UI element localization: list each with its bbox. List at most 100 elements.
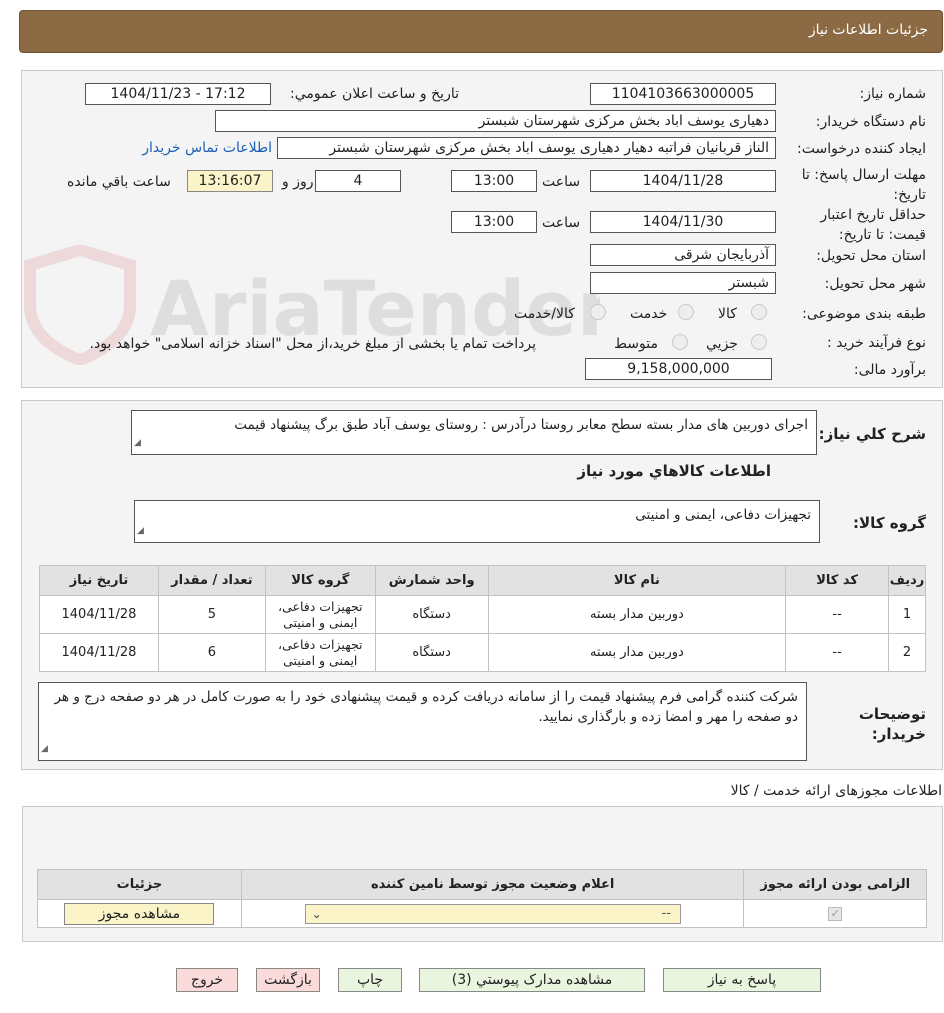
category-service-label: خدمت — [630, 306, 668, 322]
resize-grip-icon[interactable]: ◢ — [41, 739, 48, 759]
province-field: آذربایجان شرقی — [590, 244, 776, 266]
process-medium-radio[interactable] — [672, 334, 688, 350]
cell-qty: 6 — [157, 633, 266, 672]
budget-label: برآورد مالی: — [853, 362, 926, 378]
reply-deadline-label: مهلت ارسال پاسخ: تا تاریخ: — [801, 167, 926, 203]
reply-time-label: ساعت — [542, 174, 581, 190]
category-label: طبقه بندی موضوعی: — [802, 306, 926, 322]
col-permit-status: اعلام وضعیت مجوز توسط نامین کننده — [240, 869, 745, 900]
goods-info-title: اطلاعات کالاهاي مورد نياز — [577, 462, 771, 480]
page-title: جزئیات اطلاعات نیاز — [808, 22, 928, 38]
cell-permit-required: ✓ — [743, 899, 927, 928]
col-code: کد کالا — [785, 565, 890, 596]
days-remaining-field: 4 — [315, 170, 401, 192]
cell-unit: دستگاه — [374, 633, 489, 672]
permit-select-value: -- — [661, 905, 672, 921]
description-text: اجرای دوربین های مدار بسته سطح معابر روس… — [234, 417, 808, 433]
buyer-notes-textarea[interactable]: شرکت کننده گرامی فرم پیشنهاد قیمت را از … — [38, 682, 807, 761]
goods-table: ردیف کد کالا نام کالا واحد شمارش گروه کا… — [39, 565, 926, 672]
print-button[interactable]: چاپ — [338, 968, 402, 992]
process-minor-radio[interactable] — [751, 334, 767, 350]
cell-group: تجهیزات دفاعی، ایمنی و امنیتی — [264, 633, 376, 672]
resize-grip-icon[interactable]: ◢ — [134, 433, 141, 453]
chevron-down-icon: ⌄ — [311, 906, 322, 921]
process-minor-label: جزيي — [706, 336, 738, 352]
city-label: شهر محل تحویل: — [824, 276, 926, 292]
page-header: جزئیات اطلاعات نیاز — [19, 10, 943, 53]
cell-name: دوربین مدار بسته — [487, 633, 787, 672]
category-service-radio[interactable] — [678, 304, 694, 320]
reply-time-field: 13:00 — [451, 170, 537, 192]
validity-time-field: 13:00 — [451, 211, 537, 233]
category-goods-service-radio[interactable] — [590, 304, 606, 320]
goods-group-textarea[interactable]: تجهیزات دفاعی، ایمنی و امنیتی ◢ — [134, 500, 820, 543]
buyer-notes-label: توضیحات خریدار: — [858, 705, 926, 743]
category-goods-service-label: کالا/خدمت — [514, 306, 575, 322]
reply-to-need-button[interactable]: پاسخ به نیاز — [663, 968, 821, 992]
requester-field: الناز قربانیان فراتبه دهیار دهیاری یوسف … — [277, 137, 776, 159]
description-textarea[interactable]: اجرای دوربین های مدار بسته سطح معابر روس… — [131, 410, 817, 455]
col-row: ردیف — [888, 565, 926, 596]
buyer-notes-text: شرکت کننده گرامی فرم پیشنهاد قیمت را از … — [54, 689, 798, 725]
announce-label: تاریخ و ساعت اعلان عمومي: — [290, 86, 459, 102]
permits-table-header: الزامی بودن ارائه مجوز اعلام وضعیت مجوز … — [37, 869, 927, 900]
process-medium-label: متوسط — [614, 336, 658, 352]
permit-status-select[interactable]: -- ⌄ — [304, 903, 681, 924]
cell-permit-status: -- ⌄ — [240, 899, 745, 928]
description-label: شرح كلي نياز: — [818, 425, 926, 443]
cell-unit: دستگاه — [374, 595, 489, 634]
back-button[interactable]: بازگشت — [256, 968, 320, 992]
col-date: تاریخ نیاز — [39, 565, 159, 596]
col-name: نام کالا — [487, 565, 787, 596]
price-validity-label: حداقل تاریخ اعتبار قیمت: تا تاریخ: — [820, 207, 926, 243]
table-row: 2 -- دوربین مدار بسته دستگاه تجهیزات دفا… — [39, 633, 926, 672]
province-label: استان محل تحویل: — [816, 248, 926, 264]
announce-datetime-field: 1404/11/23 - 17:12 — [85, 83, 271, 105]
view-attachments-button[interactable]: مشاهده مدارک پیوستي (3) — [419, 968, 645, 992]
col-qty: تعداد / مقدار — [157, 565, 266, 596]
cell-row: 1 — [888, 595, 926, 634]
remaining-time-field: 13:16:07 — [187, 170, 273, 192]
col-permit-details: جزئیات — [37, 869, 242, 900]
permits-title: اطلاعات مجوزهای ارائه خدمت / کالا — [730, 783, 942, 799]
col-group: گروه کالا — [264, 565, 376, 596]
reply-date-field: 1404/11/28 — [590, 170, 776, 192]
exit-button[interactable]: خروج — [176, 968, 238, 992]
cell-code: -- — [785, 595, 890, 634]
table-row: ✓ -- ⌄ مشاهده مجوز — [37, 899, 927, 928]
cell-date: 1404/11/28 — [39, 595, 159, 634]
goods-group-label: گروه کالا: — [853, 514, 926, 532]
budget-field: 9,158,000,000 — [585, 358, 772, 380]
permit-required-checkbox[interactable]: ✓ — [828, 907, 843, 921]
category-goods-radio[interactable] — [751, 304, 767, 320]
buyer-org-field: دهیاری یوسف اباد بخش مرکزی شهرستان شبستر — [215, 110, 776, 132]
cell-qty: 5 — [157, 595, 266, 634]
days-label: روز و — [282, 174, 314, 190]
cell-date: 1404/11/28 — [39, 633, 159, 672]
view-permit-button[interactable]: مشاهده مجوز — [64, 902, 215, 925]
validity-time-label: ساعت — [542, 215, 581, 231]
goods-group-text: تجهیزات دفاعی، ایمنی و امنیتی — [635, 507, 811, 523]
category-goods-label: کالا — [718, 306, 737, 322]
table-row: 1 -- دوربین مدار بسته دستگاه تجهیزات دفا… — [39, 595, 926, 634]
validity-date-field: 1404/11/30 — [590, 211, 776, 233]
process-label: نوع فرآیند خرید : — [827, 335, 926, 351]
need-number-label: شماره نیاز: — [859, 86, 927, 102]
permits-table: الزامی بودن ارائه مجوز اعلام وضعیت مجوز … — [37, 869, 927, 928]
remaining-time-label: ساعت باقي مانده — [67, 174, 171, 190]
payment-note: پرداخت تمام یا بخشی از مبلغ خرید،از محل … — [89, 336, 536, 352]
cell-name: دوربین مدار بسته — [487, 595, 787, 634]
cell-code: -- — [785, 633, 890, 672]
requester-label: ایجاد کننده درخواست: — [797, 141, 926, 157]
goods-table-header: ردیف کد کالا نام کالا واحد شمارش گروه کا… — [39, 565, 926, 596]
city-field: شبستر — [590, 272, 776, 294]
cell-row: 2 — [888, 633, 926, 672]
col-unit: واحد شمارش — [374, 565, 489, 596]
resize-grip-icon[interactable]: ◢ — [137, 521, 144, 541]
need-number-field: 1104103663000005 — [590, 83, 776, 105]
buyer-contact-link[interactable]: اطلاعات تماس خریدار — [142, 140, 272, 156]
cell-permit-details: مشاهده مجوز — [37, 899, 242, 928]
col-permit-required: الزامی بودن ارائه مجوز — [743, 869, 927, 900]
cell-group: تجهیزات دفاعی، ایمنی و امنیتی — [264, 595, 376, 634]
buyer-org-label: نام دستگاه خریدار: — [815, 114, 926, 130]
